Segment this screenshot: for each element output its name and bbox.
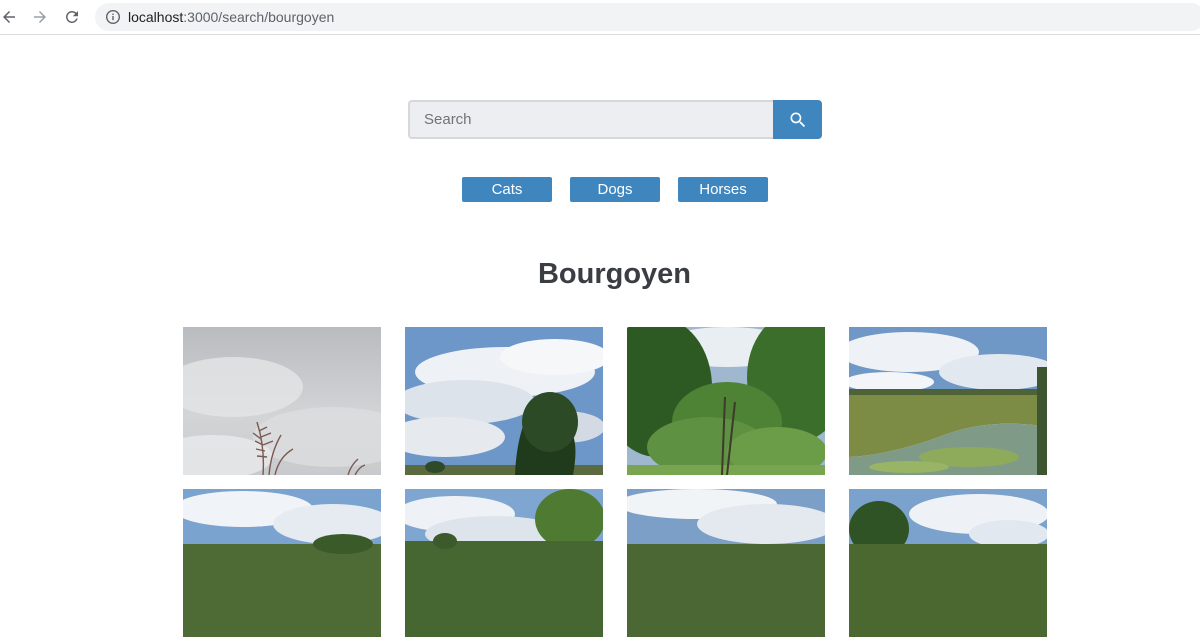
browser-toolbar: localhost:3000/search/bourgoyen: [0, 0, 1200, 35]
gallery-photo[interactable]: [849, 327, 1047, 475]
arrow-right-icon: [34, 11, 46, 23]
gallery-photo[interactable]: [849, 489, 1047, 637]
search-button[interactable]: [773, 100, 822, 139]
gallery-photo[interactable]: [183, 327, 381, 475]
gallery-photo[interactable]: [183, 489, 381, 637]
back-button[interactable]: [0, 4, 22, 30]
search-form: [408, 100, 822, 139]
url-host: localhost: [128, 9, 184, 25]
url-path: :3000/search/bourgoyen: [183, 9, 335, 25]
gallery-photo[interactable]: [627, 489, 825, 637]
arrow-left-icon: [3, 11, 15, 23]
search-input[interactable]: [408, 100, 774, 139]
category-button-horses[interactable]: Horses: [678, 177, 768, 202]
photo-gallery: [183, 327, 1047, 637]
forward-button[interactable]: [27, 4, 53, 30]
info-icon[interactable]: [105, 9, 121, 25]
reload-icon: [65, 10, 78, 23]
category-button-dogs[interactable]: Dogs: [570, 177, 660, 202]
search-icon: [790, 112, 805, 127]
address-bar[interactable]: localhost:3000/search/bourgoyen: [95, 3, 1200, 31]
page-title: Bourgoyen: [537, 258, 692, 290]
gallery-photo[interactable]: [627, 327, 825, 475]
gallery-photo[interactable]: [405, 489, 603, 637]
reload-button[interactable]: [59, 4, 85, 30]
url-text: localhost:3000/search/bourgoyen: [128, 9, 334, 25]
category-buttons: Cats Dogs Horses: [462, 177, 772, 202]
gallery-photo[interactable]: [405, 327, 603, 475]
category-button-cats[interactable]: Cats: [462, 177, 552, 202]
